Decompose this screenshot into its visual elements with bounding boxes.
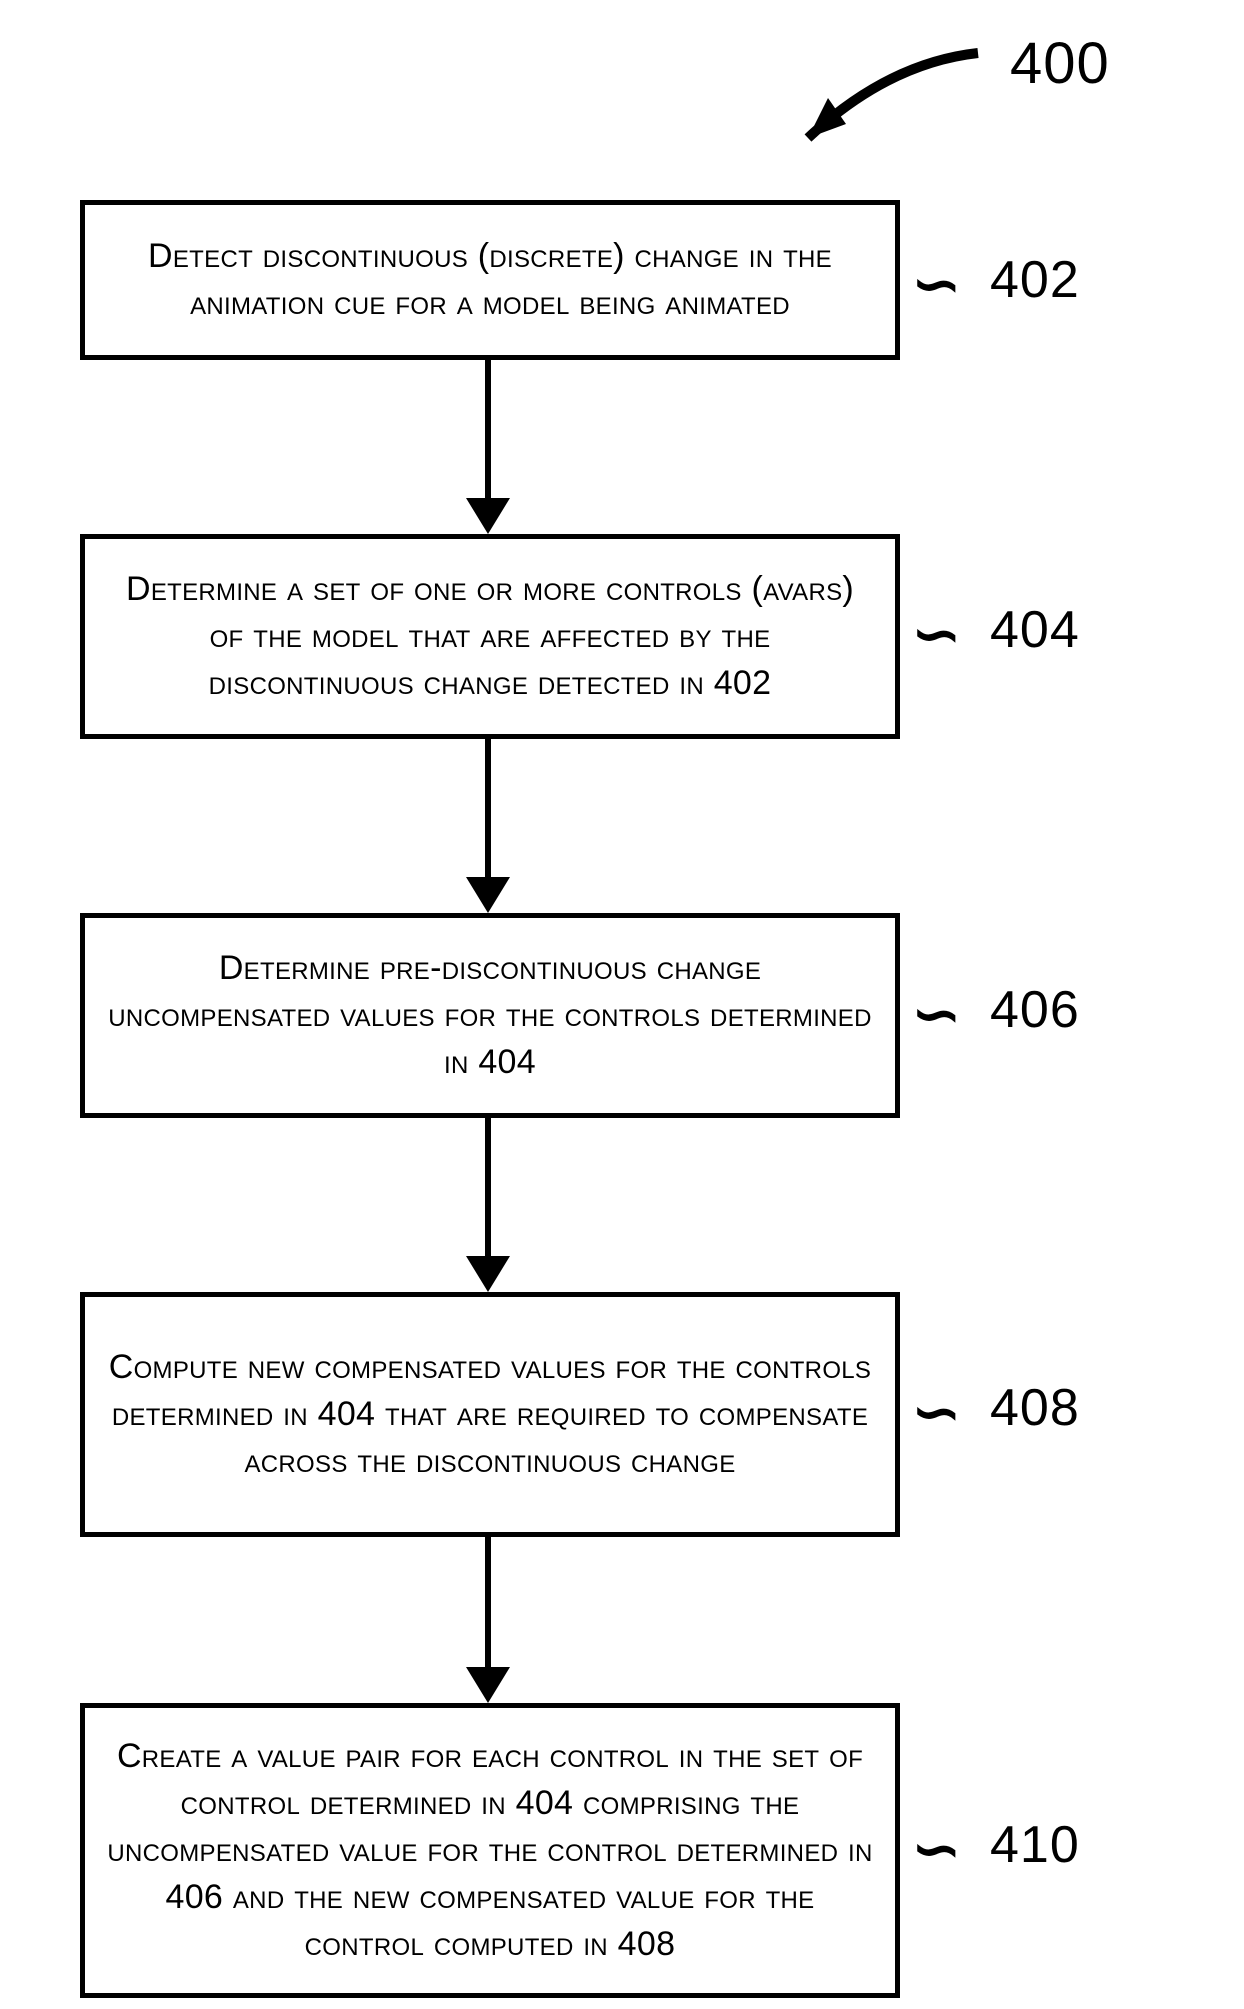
arrowhead-408 xyxy=(466,1256,510,1292)
step-num-402: 402 xyxy=(990,250,1080,310)
arrowhead-404 xyxy=(466,498,510,534)
leader-402: ∽ xyxy=(912,250,961,318)
step-text: Create a value pair for each control in … xyxy=(105,1733,875,1968)
arrowhead-410 xyxy=(466,1667,510,1703)
leader-404: ∽ xyxy=(912,600,961,668)
step-num-410: 410 xyxy=(990,1815,1080,1875)
connector-408-410 xyxy=(485,1537,491,1669)
step-box-404: Determine a set of one or more controls … xyxy=(80,534,900,739)
step-num-404: 404 xyxy=(990,600,1080,660)
step-text: Compute new compensated values for the c… xyxy=(105,1344,875,1485)
step-num-406: 406 xyxy=(990,980,1080,1040)
connector-404-406 xyxy=(485,739,491,879)
step-box-406: Determine pre-discontinuous change uncom… xyxy=(80,913,900,1118)
connector-406-408 xyxy=(485,1118,491,1258)
step-box-410: Create a value pair for each control in … xyxy=(80,1703,900,1998)
leader-408: ∽ xyxy=(912,1378,961,1446)
arrowhead-406 xyxy=(466,877,510,913)
step-num-408: 408 xyxy=(990,1378,1080,1438)
figure-pointer-arrow xyxy=(778,38,998,158)
leader-410: ∽ xyxy=(912,1815,961,1883)
step-box-402: Detect discontinuous (discrete) change i… xyxy=(80,200,900,360)
figure-label: 400 xyxy=(1010,30,1110,97)
leader-406: ∽ xyxy=(912,980,961,1048)
step-text: Determine pre-discontinuous change uncom… xyxy=(105,945,875,1086)
step-box-408: Compute new compensated values for the c… xyxy=(80,1292,900,1537)
step-text: Detect discontinuous (discrete) change i… xyxy=(105,233,875,327)
step-text: Determine a set of one or more controls … xyxy=(105,566,875,707)
connector-402-404 xyxy=(485,360,491,500)
